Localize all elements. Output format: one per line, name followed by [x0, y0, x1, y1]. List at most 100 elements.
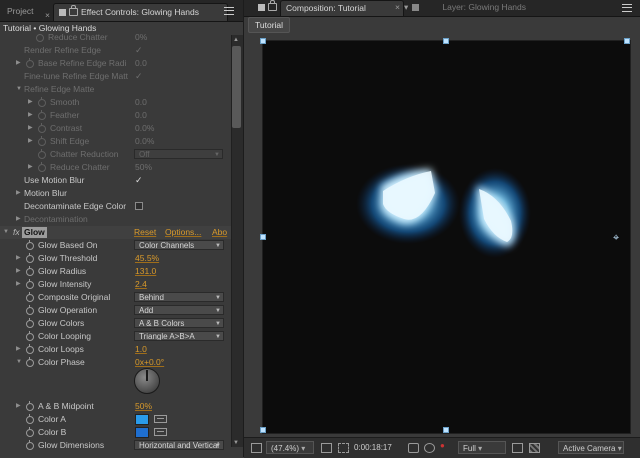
- property-value[interactable]: 45.5%: [135, 252, 159, 265]
- color-b-swatch[interactable]: [135, 427, 149, 438]
- property-row[interactable]: ▶ Color Loops 1.0: [0, 343, 231, 356]
- stopwatch-icon[interactable]: [38, 123, 46, 133]
- property-value[interactable]: 0.0: [135, 96, 147, 109]
- property-group-row[interactable]: ▶ Motion Blur: [0, 187, 231, 200]
- property-row[interactable]: Glow Operation Add: [0, 304, 231, 317]
- transparency-grid-icon[interactable]: [529, 443, 540, 453]
- resize-handle-bottom-left[interactable]: [260, 427, 266, 433]
- resize-handle-middle-left[interactable]: [260, 234, 266, 240]
- stopwatch-icon[interactable]: [26, 266, 34, 276]
- stopwatch-icon[interactable]: [26, 253, 34, 263]
- tab-layer[interactable]: Layer: Glowing Hands: [407, 0, 531, 15]
- expand-arrow-icon[interactable]: ▶: [28, 135, 33, 148]
- scrollbar-thumb[interactable]: [232, 46, 241, 128]
- property-row[interactable]: Decontaminate Edge Color: [0, 200, 231, 213]
- stopwatch-icon[interactable]: [26, 401, 34, 411]
- expand-arrow-icon[interactable]: ▶: [16, 400, 21, 413]
- composite-original-dropdown[interactable]: Behind: [134, 292, 224, 302]
- property-row[interactable]: ▶ Smooth 0.0: [0, 96, 231, 109]
- stopwatch-icon[interactable]: [38, 149, 46, 159]
- resize-handle-top-center[interactable]: [443, 38, 449, 44]
- glow-effect-header[interactable]: ▼ fx Glow Reset Options... Abo: [0, 226, 231, 239]
- property-row[interactable]: ▶ Contrast 0.0%: [0, 122, 231, 135]
- property-row[interactable]: Color B: [0, 426, 231, 439]
- effect-name[interactable]: Glow: [22, 227, 47, 238]
- tab-composition[interactable]: Composition: Tutorial: [280, 0, 404, 16]
- always-preview-icon[interactable]: [251, 443, 262, 453]
- checkbox[interactable]: [135, 200, 143, 213]
- property-group-row[interactable]: ▼ Refine Edge Matte: [0, 83, 231, 96]
- stopwatch-icon[interactable]: [38, 162, 46, 172]
- stopwatch-icon[interactable]: [38, 97, 46, 107]
- stopwatch-icon[interactable]: [36, 34, 44, 42]
- comp-navigator-tab[interactable]: Tutorial: [248, 17, 291, 33]
- current-time-display[interactable]: 0:00:18:17: [354, 441, 392, 454]
- about-link[interactable]: Abo: [212, 226, 227, 239]
- collapse-arrow-icon[interactable]: ▼: [16, 356, 22, 369]
- lock-icon[interactable]: [268, 0, 277, 11]
- property-group-row[interactable]: ▶ Decontamination: [0, 213, 231, 226]
- stopwatch-icon[interactable]: [26, 240, 34, 250]
- property-value[interactable]: 1.0: [135, 343, 147, 356]
- panel-menu-icon[interactable]: [224, 7, 234, 15]
- magnification-dropdown[interactable]: (47.4%): [266, 441, 314, 454]
- property-row[interactable]: Glow Colors A & B Colors: [0, 317, 231, 330]
- show-snapshot-icon[interactable]: [424, 443, 435, 453]
- glow-based-on-dropdown[interactable]: Color Channels: [134, 240, 224, 250]
- property-row[interactable]: Composite Original Behind: [0, 291, 231, 304]
- expand-arrow-icon[interactable]: ▶: [28, 122, 33, 135]
- checkbox-checked[interactable]: ✓: [135, 70, 143, 83]
- tab-effect-controls[interactable]: Effect Controls: Glowing Hands: [53, 3, 228, 21]
- color-phase-dial[interactable]: [134, 368, 160, 394]
- expand-arrow-icon[interactable]: ▶: [16, 187, 21, 200]
- stopwatch-icon[interactable]: [26, 331, 34, 341]
- collapse-arrow-icon[interactable]: ▼: [3, 226, 9, 239]
- fx-toggle[interactable]: fx: [13, 226, 20, 239]
- glow-dimensions-dropdown[interactable]: Horizontal and Vertical: [134, 440, 224, 450]
- property-row[interactable]: ▶ Glow Intensity 2.4: [0, 278, 231, 291]
- expand-arrow-icon[interactable]: ▶: [16, 252, 21, 265]
- composition-viewer[interactable]: ⌖: [260, 38, 631, 434]
- property-row[interactable]: ▶ Base Refine Edge Radi 0.0: [0, 57, 231, 70]
- glow-operation-dropdown[interactable]: Add: [134, 305, 224, 315]
- grid-icon[interactable]: [321, 443, 332, 453]
- panel-menu-icon[interactable]: [622, 4, 632, 12]
- stopwatch-icon[interactable]: [26, 344, 34, 354]
- checkbox-checked[interactable]: ✓: [135, 44, 143, 57]
- property-row[interactable]: Reduce Chatter 0%: [0, 34, 231, 44]
- rgb-channel-icon[interactable]: ●: [440, 441, 449, 450]
- property-row[interactable]: Fine-tune Refine Edge Matt ✓: [0, 70, 231, 83]
- expand-arrow-icon[interactable]: ▶: [16, 278, 21, 291]
- region-of-interest-icon[interactable]: [512, 443, 523, 453]
- property-row[interactable]: ▶ Feather 0.0: [0, 109, 231, 122]
- resolution-dropdown[interactable]: Full: [458, 441, 506, 454]
- expand-arrow-icon[interactable]: ▶: [16, 213, 21, 226]
- property-row[interactable]: ▶ A & B Midpoint 50%: [0, 400, 231, 413]
- property-row[interactable]: ▶ Shift Edge 0.0%: [0, 135, 231, 148]
- property-value[interactable]: 0%: [135, 34, 147, 44]
- property-value[interactable]: 0.0: [135, 57, 147, 70]
- expand-arrow-icon[interactable]: ▶: [28, 161, 33, 174]
- stopwatch-icon[interactable]: [38, 110, 46, 120]
- stopwatch-icon[interactable]: [26, 292, 34, 302]
- property-row[interactable]: Color Looping Triangle A>B>A: [0, 330, 231, 343]
- collapse-arrow-icon[interactable]: ▼: [16, 83, 22, 96]
- checkbox-box[interactable]: [135, 202, 143, 210]
- stopwatch-icon[interactable]: [26, 414, 34, 424]
- property-value[interactable]: 2.4: [135, 278, 147, 291]
- lock-icon[interactable]: [69, 5, 78, 16]
- active-camera-dropdown[interactable]: Active Camera: [558, 441, 624, 454]
- stopwatch-icon[interactable]: [26, 440, 34, 450]
- property-value[interactable]: 0.0%: [135, 135, 154, 148]
- property-row[interactable]: Color A: [0, 413, 231, 426]
- property-value[interactable]: 50%: [135, 161, 152, 174]
- checkbox-checked[interactable]: ✓: [135, 174, 143, 187]
- color-looping-dropdown[interactable]: Triangle A>B>A: [134, 331, 224, 341]
- stopwatch-icon[interactable]: [26, 318, 34, 328]
- stopwatch-icon[interactable]: [26, 357, 34, 367]
- options-link[interactable]: Options...: [165, 226, 201, 239]
- property-value[interactable]: 0x+0.0°: [135, 356, 164, 369]
- property-row[interactable]: Glow Dimensions Horizontal and Vertical: [0, 439, 231, 452]
- stopwatch-icon[interactable]: [26, 305, 34, 315]
- property-value[interactable]: 0.0%: [135, 122, 154, 135]
